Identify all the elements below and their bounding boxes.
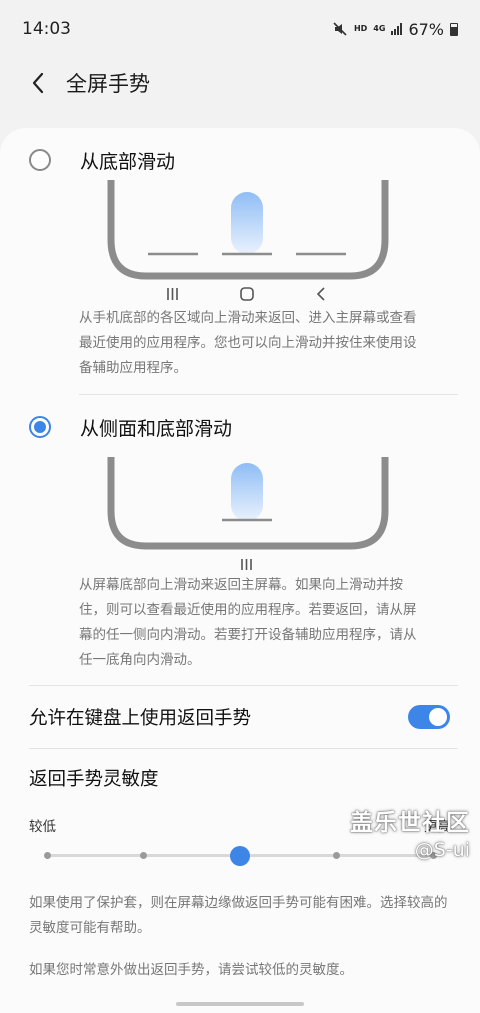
status-icons: HD 4G 67% [332, 20, 458, 39]
watermark: 盖乐世社区 @S-ui [350, 803, 470, 861]
toggle-label: 允许在键盘上使用返回手势 [29, 708, 252, 729]
slider-tick[interactable] [43, 852, 51, 859]
signal-icon [391, 23, 403, 35]
option-description: 从屏幕底部向上滑动来返回主屏幕。如果向上滑动并按住，则可以查看最近使用的应用程序… [79, 577, 417, 668]
battery-percent: 67% [408, 19, 444, 39]
gesture-hint-bar [176, 1002, 304, 1006]
status-bar: 14:03 HD 4G 67% [0, 0, 480, 58]
option-description: 从手机底部的各区域向上滑动来返回、进入主屏幕或查看最近使用的应用程序。您也可以向… [79, 310, 417, 376]
divider [29, 685, 458, 686]
keyboard-back-gesture-row[interactable]: 允许在键盘上使用返回手势 [29, 697, 450, 737]
sensitivity-low-label: 较低 [29, 819, 56, 835]
slider-tick[interactable] [140, 852, 147, 859]
mute-icon [333, 22, 347, 36]
option-bottom-swipe[interactable]: 从底部滑动 [0, 140, 175, 180]
page-title: 全屏手势 [66, 72, 150, 96]
note-accidental-gesture: 如果您时常意外做出返回手势，请尝试较低的灵敏度。 [29, 962, 353, 978]
hd-indicator: HD [353, 24, 368, 33]
watermark-handle: @S-ui [414, 839, 470, 861]
watermark-title: 盖乐世社区 [350, 810, 470, 836]
option-label: 从底部滑动 [80, 150, 176, 173]
radio-side-bottom-swipe[interactable] [29, 416, 51, 438]
option-side-bottom-swipe[interactable]: 从侧面和底部滑动 [0, 407, 232, 447]
back-icon [316, 287, 325, 301]
sensitivity-slider-thumb[interactable] [230, 846, 250, 866]
settings-card: 从底部滑动 从手机底部的各区域向上滑动来返回、进入主屏幕或查看最近使用的应用程序… [0, 128, 480, 1013]
recents-icon [167, 288, 178, 300]
divider [29, 748, 458, 749]
note-protective-case: 如果使用了保护套，则在屏幕边缘做返回手势可能有困难。选择较高的灵敏度可能有帮助。 [29, 895, 448, 936]
recents-icon [241, 559, 252, 570]
battery-icon [450, 22, 458, 36]
home-icon [240, 287, 254, 301]
slider-tick[interactable] [333, 852, 340, 859]
bottom-swipe-illustration [107, 180, 389, 301]
network-type: 4G [373, 24, 386, 33]
divider [79, 394, 458, 395]
sensitivity-title: 返回手势灵敏度 [29, 769, 159, 790]
side-bottom-swipe-illustration [107, 457, 389, 570]
keyboard-back-gesture-switch[interactable] [408, 705, 450, 729]
app-bar: 全屏手势 [0, 58, 480, 108]
status-time: 14:03 [22, 19, 71, 39]
back-arrow-icon[interactable] [14, 59, 62, 107]
option-label: 从侧面和底部滑动 [80, 417, 233, 440]
radio-bottom-swipe[interactable] [29, 149, 51, 171]
